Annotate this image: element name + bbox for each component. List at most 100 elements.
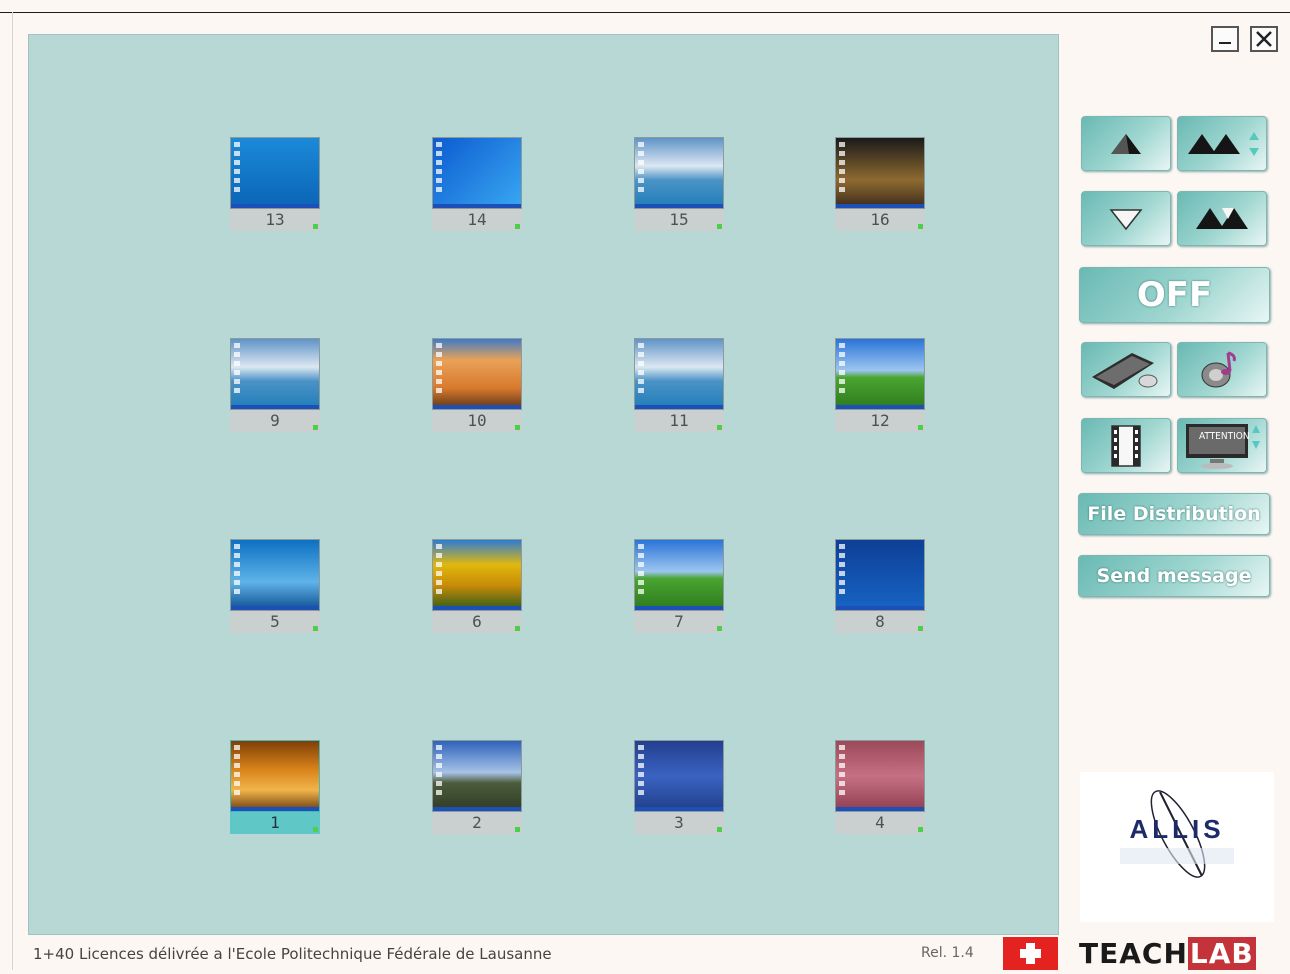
student-number: 12 [835, 410, 925, 432]
left-border [12, 12, 13, 970]
student-thumbnail[interactable]: 13 [230, 137, 320, 231]
student-number: 6 [432, 611, 522, 633]
online-status-icon [515, 626, 520, 631]
desktop-icons [839, 142, 847, 196]
desktop-icons [234, 544, 242, 598]
student-thumbnail[interactable]: 14 [432, 137, 522, 231]
desktop-icons [436, 745, 444, 799]
student-number: 5 [230, 611, 320, 633]
send-message-label: Send message [1096, 565, 1252, 587]
online-status-icon [515, 425, 520, 430]
student-screen-preview[interactable] [230, 539, 320, 611]
student-thumbnail[interactable]: 1 [230, 740, 320, 834]
student-thumbnail[interactable]: 8 [835, 539, 925, 633]
student-screen-preview[interactable] [835, 338, 925, 410]
file-distribution-button[interactable]: File Distribution [1078, 493, 1270, 535]
teachlab-logo: TEACH LAB [1079, 937, 1274, 970]
student-screen-preview[interactable] [432, 740, 522, 812]
online-status-icon [313, 224, 318, 229]
student-thumbnail[interactable]: 7 [634, 539, 724, 633]
student-screen-preview[interactable] [634, 137, 724, 209]
student-number: 10 [432, 410, 522, 432]
online-status-icon [717, 224, 722, 229]
student-thumbnail[interactable]: 15 [634, 137, 724, 231]
online-status-icon [918, 626, 923, 631]
desktop-icons [638, 142, 646, 196]
student-thumbnail[interactable]: 2 [432, 740, 522, 834]
student-screen-preview[interactable] [230, 740, 320, 812]
online-status-icon [717, 626, 722, 631]
desktop-icons [234, 745, 242, 799]
taskbar [231, 204, 319, 208]
taskbar [836, 405, 924, 409]
student-thumbnail[interactable]: 9 [230, 338, 320, 432]
taskbar [836, 204, 924, 208]
scroll-top-button[interactable] [1177, 116, 1267, 171]
attention-button[interactable]: ATTENTION [1177, 418, 1267, 473]
double-triangle-up-icon [1188, 131, 1259, 156]
close-button[interactable] [1250, 26, 1278, 52]
minimize-button[interactable] [1211, 26, 1239, 52]
speaker-music-icon [1201, 351, 1236, 387]
scroll-down-button[interactable] [1081, 191, 1171, 246]
student-screen-preview[interactable] [432, 539, 522, 611]
student-thumbnail[interactable]: 12 [835, 338, 925, 432]
student-screen-preview[interactable] [634, 539, 724, 611]
student-screen-preview[interactable] [230, 137, 320, 209]
desktop-icons [436, 343, 444, 397]
student-thumbnail[interactable]: 3 [634, 740, 724, 834]
student-number: 9 [230, 410, 320, 432]
monitor-attention-icon [1186, 423, 1260, 469]
student-screen-preview[interactable] [432, 137, 522, 209]
attention-label: ATTENTION [1199, 431, 1250, 442]
desktop-icons [839, 745, 847, 799]
online-status-icon [313, 827, 318, 832]
student-screen-preview[interactable] [835, 740, 925, 812]
student-thumbnail[interactable]: 6 [432, 539, 522, 633]
student-thumbnail[interactable]: 16 [835, 137, 925, 231]
student-screen-preview[interactable] [634, 338, 724, 410]
student-number: 16 [835, 209, 925, 231]
scroll-bottom-button[interactable] [1177, 191, 1267, 246]
send-message-button[interactable]: Send message [1078, 555, 1270, 597]
triangle-down-icon [1109, 208, 1143, 230]
student-screen-preview[interactable] [835, 539, 925, 611]
teachlab-logo-left: TEACH [1079, 937, 1188, 970]
film-icon [1111, 424, 1141, 467]
video-button[interactable] [1081, 418, 1171, 473]
student-screen-preview[interactable] [835, 137, 925, 209]
taskbar [836, 606, 924, 610]
off-button[interactable]: OFF [1079, 267, 1270, 323]
student-screen-preview[interactable] [634, 740, 724, 812]
online-status-icon [313, 425, 318, 430]
student-screen-preview[interactable] [432, 338, 522, 410]
student-number: 1 [230, 812, 320, 834]
student-number: 14 [432, 209, 522, 231]
student-screen-preview[interactable] [230, 338, 320, 410]
student-number: 13 [230, 209, 320, 231]
swiss-flag [1003, 937, 1058, 970]
taskbar [231, 405, 319, 409]
release-version: Rel. 1.4 [921, 945, 974, 961]
teachlab-logo-right: LAB [1187, 937, 1256, 970]
swiss-cross-icon [1020, 943, 1041, 964]
taskbar [836, 807, 924, 811]
student-thumbnail[interactable]: 4 [835, 740, 925, 834]
keyboard-lock-button[interactable] [1081, 342, 1171, 397]
allis-logo-mark: ALLIS [1120, 790, 1234, 878]
allis-logo: ALLIS [1080, 772, 1274, 922]
student-thumbnail[interactable]: 10 [432, 338, 522, 432]
desktop-icons [638, 544, 646, 598]
student-thumbnail[interactable]: 11 [634, 338, 724, 432]
taskbar [231, 807, 319, 811]
taskbar [635, 204, 723, 208]
scroll-up-button[interactable] [1081, 116, 1171, 171]
online-status-icon [918, 224, 923, 229]
online-status-icon [515, 827, 520, 832]
online-status-icon [313, 626, 318, 631]
audio-button[interactable] [1177, 342, 1267, 397]
online-status-icon [918, 425, 923, 430]
desktop-icons [234, 343, 242, 397]
student-thumbnail[interactable]: 5 [230, 539, 320, 633]
desktop-icons [234, 142, 242, 196]
